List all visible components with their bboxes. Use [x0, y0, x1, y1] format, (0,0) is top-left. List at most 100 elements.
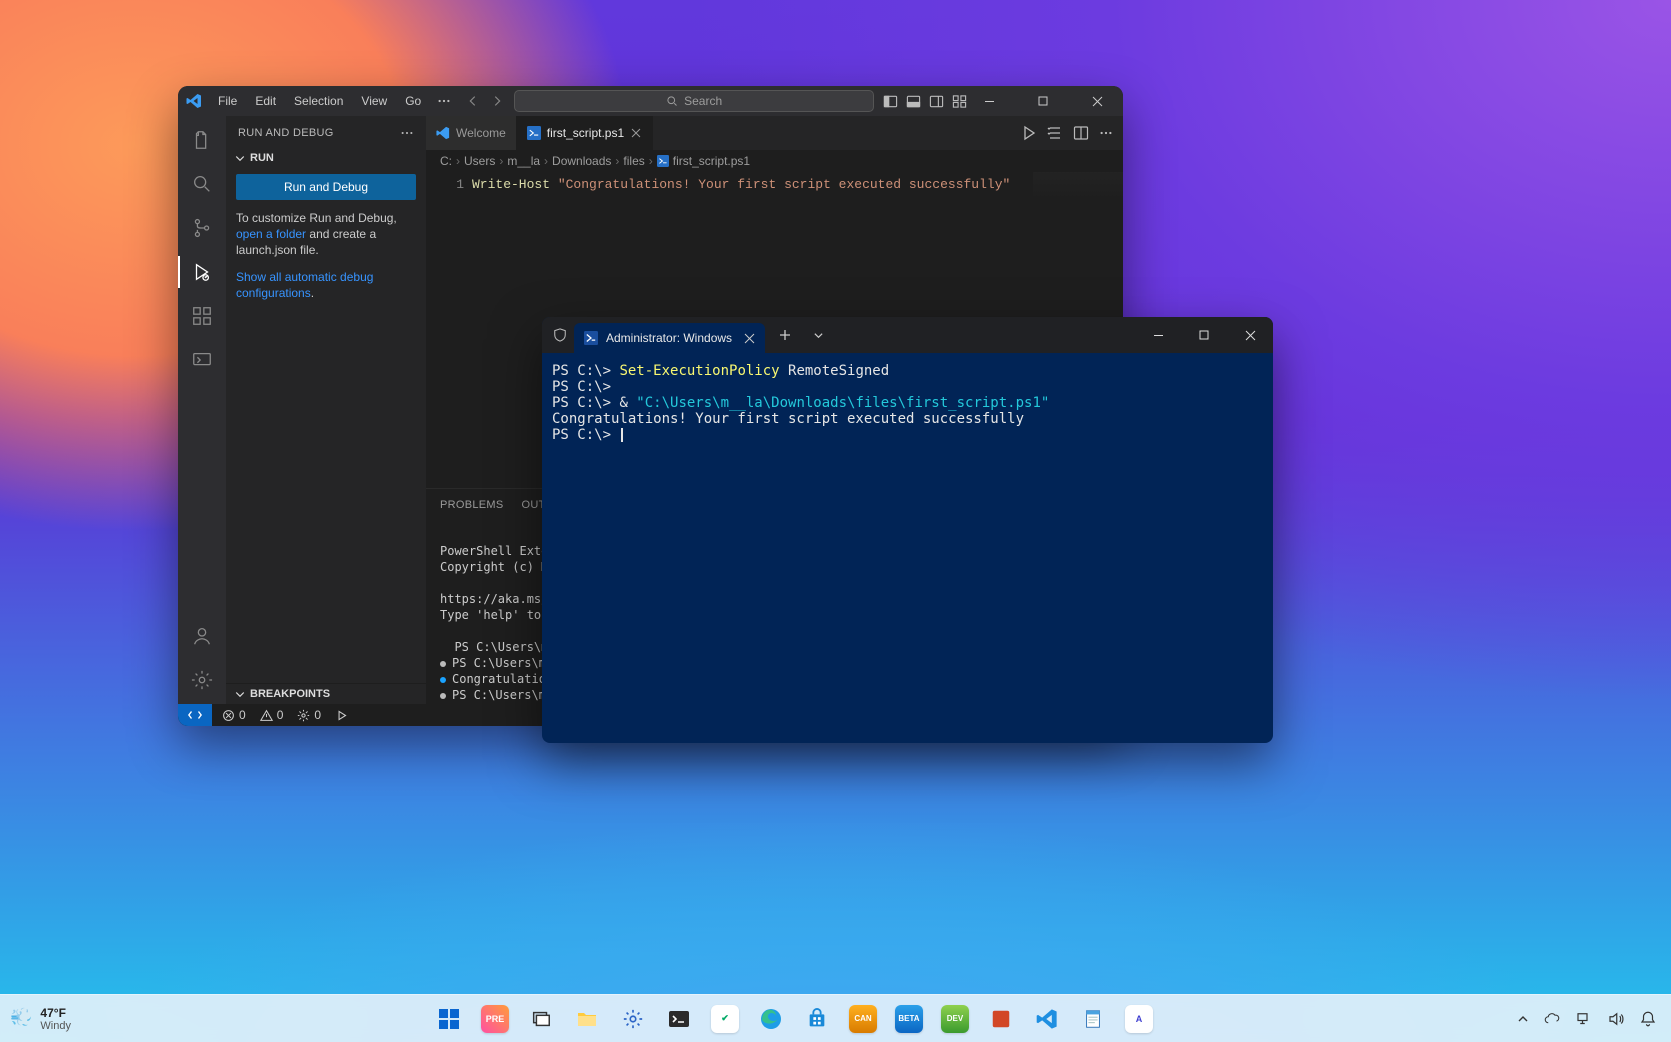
- tab-close-icon[interactable]: [744, 333, 755, 344]
- layout-panel-icon[interactable]: [906, 94, 921, 109]
- nav-forward-icon[interactable]: [490, 94, 504, 108]
- terminal-app-button[interactable]: [659, 999, 699, 1039]
- show-all-configs-link[interactable]: Show all automatic debug configurations: [236, 270, 373, 300]
- crumb-files[interactable]: files: [623, 154, 644, 168]
- terminal-tab[interactable]: Administrator: Windows Powe: [574, 323, 765, 353]
- dot-icon: [440, 693, 446, 699]
- editor-more-icon[interactable]: [1099, 126, 1113, 140]
- layout-sidebar-left-icon[interactable]: [883, 94, 898, 109]
- tab-welcome[interactable]: Welcome: [426, 116, 517, 150]
- network-icon[interactable]: [1575, 1010, 1593, 1028]
- run-debug-title: RUN AND DEBUG: [238, 127, 334, 139]
- store-button[interactable]: [797, 999, 837, 1039]
- notifications-icon[interactable]: [1639, 1010, 1657, 1028]
- window-maximize-button[interactable]: [1181, 317, 1227, 353]
- crumb-c[interactable]: C:: [440, 154, 452, 168]
- taskbar-weather[interactable]: 💨 47°F Windy: [0, 1006, 71, 1032]
- minimap[interactable]: [1033, 172, 1123, 200]
- help-text-prefix: To customize Run and Debug,: [236, 211, 397, 225]
- panel-tab-problems[interactable]: PROBLEMS: [440, 493, 504, 517]
- chevron-down-icon[interactable]: [234, 152, 246, 164]
- menu-selection[interactable]: Selection: [286, 90, 351, 112]
- file-explorer-button[interactable]: [567, 999, 607, 1039]
- status-warnings[interactable]: 0: [260, 708, 284, 722]
- taskbar-app[interactable]: ✔: [705, 999, 745, 1039]
- window-minimize-button[interactable]: [967, 86, 1011, 116]
- section-run-label: RUN: [250, 152, 274, 164]
- breakpoints-section[interactable]: BREAKPOINTS: [226, 683, 426, 704]
- run-debug-more-icon[interactable]: [400, 126, 414, 140]
- tab-close-icon[interactable]: [630, 127, 642, 139]
- task-view-button[interactable]: [521, 999, 561, 1039]
- dot-icon: [440, 677, 446, 683]
- activity-source-control-icon[interactable]: [178, 208, 226, 248]
- crumb-mla[interactable]: m__la: [507, 154, 540, 168]
- ps-path: "C:\Users\m__la\Downloads\files\first_sc…: [636, 395, 1049, 411]
- taskbar-app[interactable]: A: [1119, 999, 1159, 1039]
- layout-sidebar-right-icon[interactable]: [929, 94, 944, 109]
- status-errors-count: 0: [239, 708, 246, 722]
- crumb-users[interactable]: Users: [464, 154, 495, 168]
- menu-go[interactable]: Go: [397, 90, 429, 112]
- run-file-icon[interactable]: [1021, 125, 1037, 141]
- editor-actions: [1021, 116, 1123, 150]
- menu-more-icon[interactable]: [431, 90, 457, 112]
- layout-customize-icon[interactable]: [952, 94, 967, 109]
- edge-button[interactable]: [751, 999, 791, 1039]
- run-section-icon[interactable]: [1047, 125, 1063, 141]
- activity-search-icon[interactable]: [178, 164, 226, 204]
- breadcrumb[interactable]: C:› Users› m__la› Downloads› files› firs…: [426, 150, 1123, 172]
- window-minimize-button[interactable]: [1135, 317, 1181, 353]
- start-button[interactable]: [429, 999, 469, 1039]
- onedrive-icon[interactable]: [1543, 1010, 1561, 1028]
- menu-file[interactable]: File: [210, 90, 245, 112]
- crumb-downloads[interactable]: Downloads: [552, 154, 611, 168]
- command-center-placeholder: Search: [684, 94, 722, 108]
- window-close-button[interactable]: [1075, 86, 1119, 116]
- edge-dev-button[interactable]: DEV: [935, 999, 975, 1039]
- status-debug-icon[interactable]: [335, 709, 348, 722]
- activity-run-debug-icon[interactable]: [178, 252, 226, 292]
- activity-remote-icon[interactable]: [178, 340, 226, 380]
- terminal-tab-title: Administrator: Windows Powe: [606, 331, 736, 345]
- notepad-button[interactable]: [1073, 999, 1113, 1039]
- ps-prompt: PS C:\>: [552, 395, 619, 411]
- split-editor-icon[interactable]: [1073, 125, 1089, 141]
- run-and-debug-button[interactable]: Run and Debug: [236, 174, 416, 200]
- new-tab-button[interactable]: [769, 329, 801, 341]
- activity-extensions-icon[interactable]: [178, 296, 226, 336]
- tab-first-script[interactable]: first_script.ps1: [517, 116, 653, 150]
- run-debug-help-text: To customize Run and Debug, open a folde…: [236, 210, 416, 259]
- status-errors[interactable]: 0: [222, 708, 246, 722]
- taskbar-app[interactable]: PRE: [475, 999, 515, 1039]
- volume-icon[interactable]: [1607, 1010, 1625, 1028]
- menu-edit[interactable]: Edit: [247, 90, 284, 112]
- window-close-button[interactable]: [1227, 317, 1273, 353]
- status-ports[interactable]: 0: [297, 708, 321, 722]
- activity-settings-icon[interactable]: [178, 660, 226, 700]
- edge-beta-button[interactable]: BETA: [889, 999, 929, 1039]
- open-folder-link[interactable]: open a folder: [236, 227, 306, 241]
- activity-explorer-icon[interactable]: [178, 120, 226, 160]
- nav-back-icon[interactable]: [466, 94, 480, 108]
- edge-canary-button[interactable]: CAN: [843, 999, 883, 1039]
- line-number-1: 1: [426, 176, 464, 194]
- taskbar-right: [1517, 1010, 1671, 1028]
- weather-temp: 47°F: [40, 1006, 71, 1020]
- vscode-title-center: Search: [457, 90, 883, 112]
- window-maximize-button[interactable]: [1021, 86, 1065, 116]
- status-remote-button[interactable]: [178, 704, 212, 726]
- powershell-file-icon: [657, 155, 669, 167]
- crumb-file[interactable]: first_script.ps1: [673, 154, 750, 168]
- terminal-body[interactable]: PS C:\> Set-ExecutionPolicy RemoteSigned…: [542, 353, 1273, 743]
- activity-account-icon[interactable]: [178, 616, 226, 656]
- vscode-file-icon: [436, 126, 450, 140]
- tab-dropdown-icon[interactable]: [803, 330, 834, 341]
- taskbar-app[interactable]: [981, 999, 1021, 1039]
- vscode-app-button[interactable]: [1027, 999, 1067, 1039]
- command-center-search[interactable]: Search: [514, 90, 874, 112]
- menu-view[interactable]: View: [353, 90, 395, 112]
- tray-chevron-up-icon[interactable]: [1517, 1013, 1529, 1025]
- breakpoints-label: BREAKPOINTS: [250, 688, 330, 700]
- settings-button[interactable]: [613, 999, 653, 1039]
